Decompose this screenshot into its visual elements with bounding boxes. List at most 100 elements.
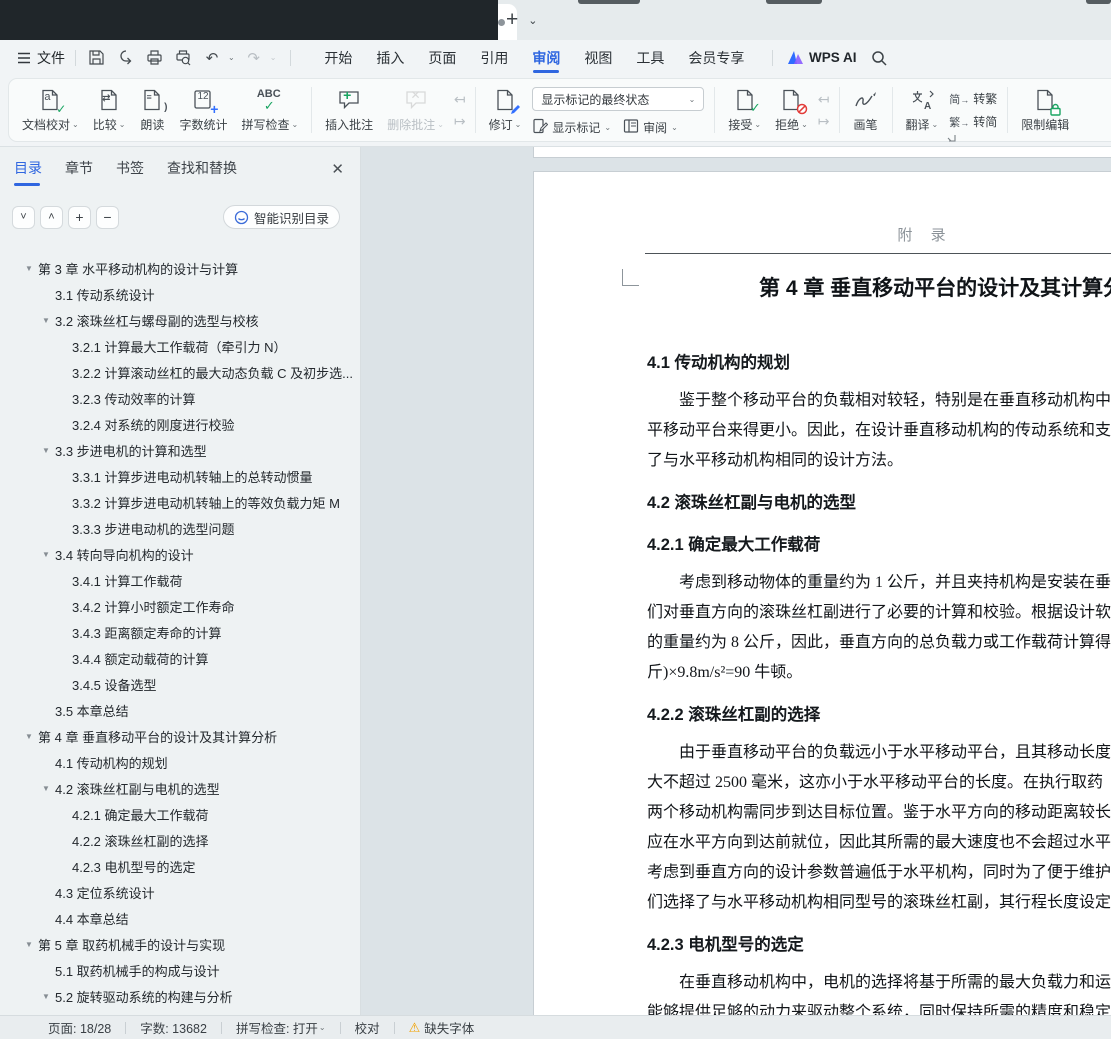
comment-add-button[interactable]: + 插入批注 bbox=[318, 79, 380, 141]
toc-item[interactable]: 3.4.2 计算小时额定工作寿命 bbox=[0, 593, 360, 619]
toc-collapse-icon[interactable]: ▼ bbox=[42, 550, 50, 559]
file-menu[interactable]: 文件 bbox=[17, 48, 65, 68]
menu-tab-插入[interactable]: 插入 bbox=[375, 40, 405, 75]
menu-tab-开始[interactable]: 开始 bbox=[323, 40, 353, 75]
toc-item[interactable]: 3.2.4 对系统的刚度进行校验 bbox=[0, 411, 360, 437]
track-changes-button[interactable]: 修订 ⌄ bbox=[482, 79, 529, 141]
doc-compare-button[interactable]: ⇄ 比较 ⌄ bbox=[86, 79, 133, 141]
toc-item[interactable]: ▼ 第 3 章 水平移动机构的设计与计算 bbox=[0, 255, 360, 281]
redo-button[interactable]: ↷ bbox=[244, 48, 264, 68]
document-page[interactable]: 附 录 第 4 章 垂直移动平台的设计及其计算分析 4.1 传动机构的规划 鉴于… bbox=[533, 171, 1111, 1015]
chevron-up-button[interactable]: ˄ bbox=[40, 205, 63, 229]
proofread-button[interactable]: 校对 bbox=[355, 1018, 380, 1037]
doc-proof-button[interactable]: a ✓ 文档校对 ⌄ bbox=[15, 79, 86, 141]
to-trad-button[interactable]: 简→ 转繁 bbox=[949, 90, 997, 107]
sidebar-tab-章节[interactable]: 章节 bbox=[65, 158, 93, 186]
menu-tab-页面[interactable]: 页面 bbox=[427, 40, 457, 75]
menu-tab-审阅[interactable]: 审阅 bbox=[531, 40, 561, 75]
sidebar-close-icon[interactable]: ✕ bbox=[331, 160, 344, 178]
next-change-icon[interactable]: ↦ bbox=[818, 114, 830, 128]
tab-list-caret-button[interactable]: ⌄ bbox=[528, 14, 537, 27]
menu-tab-视图[interactable]: 视图 bbox=[583, 40, 613, 75]
toc-item[interactable]: 3.2.2 计算滚动丝杠的最大动态负载 C 及初步选... bbox=[0, 359, 360, 385]
toc-item[interactable]: 4.2.2 滚珠丝杠副的选择 bbox=[0, 827, 360, 853]
chevron-down-button[interactable]: ˅ bbox=[12, 205, 35, 229]
toc-item[interactable]: 3.5 本章总结 bbox=[0, 697, 360, 723]
toc-item[interactable]: ▼ 3.2 滚珠丝杠与螺母副的选型与校核 bbox=[0, 307, 360, 333]
toc-collapse-icon[interactable]: ▼ bbox=[42, 784, 50, 793]
prev-comment-icon[interactable]: ↤ bbox=[454, 92, 466, 106]
toc-item[interactable]: 3.3.3 步进电动机的选型问题 bbox=[0, 515, 360, 541]
toc-item[interactable]: 3.3.1 计算步进电动机转轴上的总转动惯量 bbox=[0, 463, 360, 489]
toc-item[interactable]: 3.2.3 传动效率的计算 bbox=[0, 385, 360, 411]
save-icon[interactable] bbox=[86, 48, 106, 68]
toc-item[interactable]: ▼ 5.2 旋转驱动系统的构建与分析 bbox=[0, 983, 360, 1009]
toc-item[interactable]: 3.4.5 设备选型 bbox=[0, 671, 360, 697]
sidebar-tab-目录[interactable]: 目录 bbox=[14, 158, 42, 186]
export-icon[interactable] bbox=[115, 48, 135, 68]
previous-page-bottom[interactable] bbox=[533, 147, 1111, 158]
toc-collapse-icon[interactable]: ▼ bbox=[25, 732, 33, 741]
toc-item[interactable]: 4.3 定位系统设计 bbox=[0, 879, 360, 905]
page-indicator[interactable]: 页面: 18/28 bbox=[48, 1018, 111, 1037]
toc-item[interactable]: 3.1 传动系统设计 bbox=[0, 281, 360, 307]
toc-item[interactable]: 5.1 取药机械手的构成与设计 bbox=[0, 957, 360, 983]
restrict-edit-button[interactable]: 限制编辑 bbox=[1014, 79, 1076, 141]
doc-read-button[interactable]: ≡) 朗读 bbox=[132, 79, 172, 141]
show-markup-button[interactable]: 显示标记 ⌄ bbox=[532, 118, 611, 137]
menu-tab-引用[interactable]: 引用 bbox=[479, 40, 509, 75]
toc-collapse-icon[interactable]: ▼ bbox=[42, 316, 50, 325]
plus-button[interactable]: + bbox=[68, 205, 91, 229]
menu-tab-工具[interactable]: 工具 bbox=[635, 40, 665, 75]
to-simp-button[interactable]: 繁→ 转简 bbox=[949, 113, 997, 130]
reject-button[interactable]: 拒绝 ⌄ bbox=[768, 79, 815, 141]
toc-item[interactable]: 3.4.3 距离额定寿命的计算 bbox=[0, 619, 360, 645]
sidebar-tab-查找和替换[interactable]: 查找和替换 bbox=[167, 158, 237, 186]
new-tab-button[interactable]: + bbox=[506, 8, 518, 32]
toc-item[interactable]: ▼ 4.2 滚珠丝杠副与电机的选型 bbox=[0, 775, 360, 801]
print-preview-icon[interactable] bbox=[173, 48, 193, 68]
missing-font-warning[interactable]: ⚠ 缺失字体 bbox=[409, 1018, 475, 1037]
document-body: 4.1 传动机构的规划 鉴于整个移动平台的负载相对较轻，特别是在垂直移动机构中平… bbox=[647, 342, 1111, 1015]
toc-item[interactable]: 4.2.1 确定最大工作载荷 bbox=[0, 801, 360, 827]
toc-collapse-icon[interactable]: ▼ bbox=[25, 264, 33, 273]
wps-ai-button[interactable]: WPS AI bbox=[787, 50, 857, 65]
print-icon[interactable] bbox=[144, 48, 164, 68]
spell-check-button[interactable]: ABC ✓ 拼写检查 ⌄ bbox=[234, 79, 305, 141]
next-comment-icon[interactable]: ↦ bbox=[454, 114, 466, 128]
pen-button[interactable]: 画笔 bbox=[846, 79, 886, 141]
toc-item[interactable]: 4.1 传动机构的规划 bbox=[0, 749, 360, 775]
toc-collapse-icon[interactable]: ▼ bbox=[42, 992, 50, 1001]
sidebar-tab-书签[interactable]: 书签 bbox=[116, 158, 144, 186]
undo-caret[interactable]: ⌄ bbox=[228, 53, 235, 62]
spellcheck-toggle[interactable]: 拼写检查: 打开 ⌄ bbox=[236, 1018, 326, 1037]
markup-state-dropdown[interactable]: 显示标记的最终状态 ⌄ bbox=[532, 87, 705, 111]
prev-change-icon[interactable]: ↤ bbox=[818, 92, 830, 106]
toc-item[interactable]: 3.3.2 计算步进电动机转轴上的等效负载力矩 M bbox=[0, 489, 360, 515]
toc-item[interactable]: 3.2.1 计算最大工作载荷（牵引力 N） bbox=[0, 333, 360, 359]
toc-item[interactable]: ▼ 第 5 章 取药机械手的设计与实现 bbox=[0, 931, 360, 957]
toc-item[interactable]: 3.4.4 额定动载荷的计算 bbox=[0, 645, 360, 671]
toc-item[interactable]: 4.2.3 电机型号的选定 bbox=[0, 853, 360, 879]
menu-tab-会员专享[interactable]: 会员专享 bbox=[687, 40, 745, 75]
toc-item[interactable]: ▼ 3.3 步进电机的计算和选型 bbox=[0, 437, 360, 463]
word-count-indicator[interactable]: 字数: 13682 bbox=[140, 1018, 207, 1037]
tab-bar-dark-region bbox=[0, 0, 498, 40]
toc-item[interactable]: 4.4 本章总结 bbox=[0, 905, 360, 931]
undo-button[interactable]: ↶ bbox=[202, 48, 222, 68]
translate-button[interactable]: A 翻译 ⌄ bbox=[899, 79, 946, 141]
redo-caret[interactable]: ⌄ bbox=[270, 53, 277, 62]
toc-item[interactable]: 3.4.1 计算工作载荷 bbox=[0, 567, 360, 593]
toc-collapse-icon[interactable]: ▼ bbox=[42, 446, 50, 455]
comment-delete-button[interactable]: ✕ 删除批注 ⌄ bbox=[380, 79, 451, 141]
smart-toc-button[interactable]: 智能识别目录 bbox=[222, 205, 340, 229]
toc-item[interactable]: ▼ 第 4 章 垂直移动平台的设计及其计算分析 bbox=[0, 723, 360, 749]
toc-item[interactable]: ▼ 3.4 转向导向机构的设计 bbox=[0, 541, 360, 567]
search-icon[interactable] bbox=[871, 50, 887, 66]
toc-collapse-icon[interactable]: ▼ bbox=[25, 940, 33, 949]
ribbon-resize-icon[interactable] bbox=[947, 133, 956, 142]
review-pane-button[interactable]: 审阅 ⌄ bbox=[623, 118, 678, 137]
word-count-button[interactable]: 12 + 字数统计 bbox=[172, 79, 234, 141]
minus-button[interactable]: − bbox=[96, 205, 119, 229]
accept-button[interactable]: ✓ 接受 ⌄ bbox=[721, 79, 768, 141]
